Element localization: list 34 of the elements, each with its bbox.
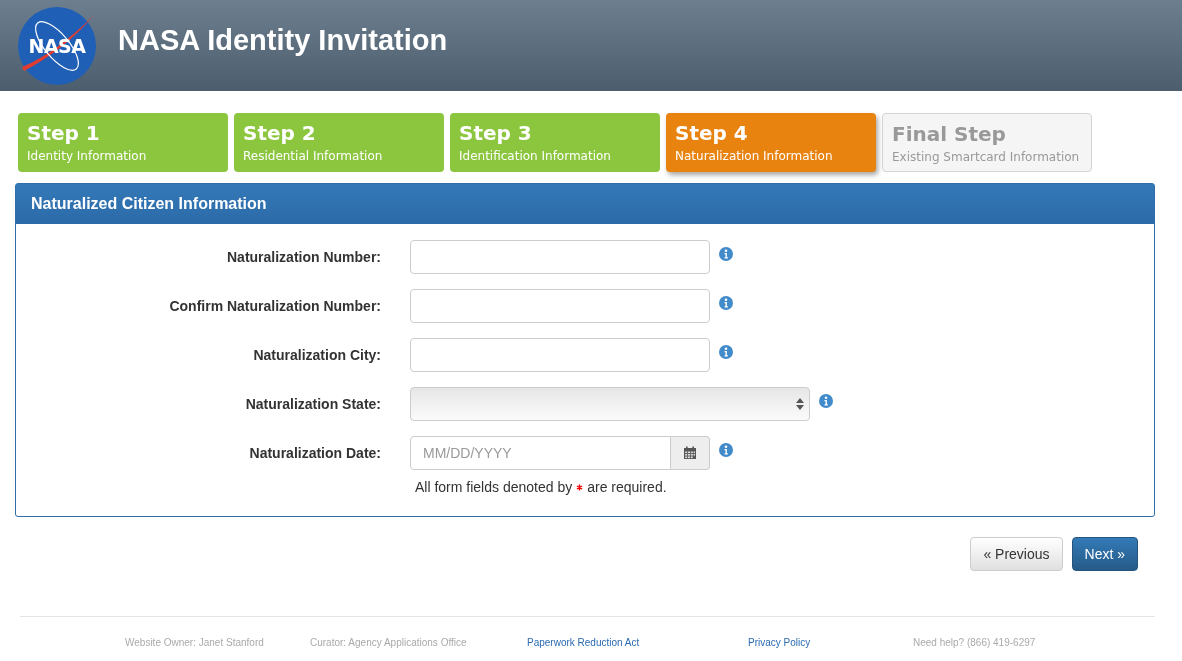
previous-button[interactable]: « Previous [970, 537, 1063, 571]
asterisk-icon [576, 483, 584, 491]
footer-link[interactable]: Privacy Policy [748, 637, 913, 648]
field-label: Naturalization City: [252, 347, 381, 363]
page-title: NASA Identity Invitation [118, 24, 448, 57]
info-icon[interactable] [719, 296, 733, 310]
required-note: All form fields denoted by [415, 479, 573, 495]
field-label: Naturalization Number: [226, 249, 381, 265]
field-label: Confirm Naturalization Number: [168, 298, 381, 314]
info-icon[interactable] [719, 443, 733, 457]
required-note: are required. [587, 479, 667, 495]
date-input-field[interactable]: MM/DD/YYYY [410, 436, 671, 470]
step-tab[interactable]: Step 2 Residential Information [234, 113, 444, 172]
footer-text: Website Owner: Janet Stanford [125, 637, 265, 648]
footer-link[interactable]: Paperwork Reduction Act [527, 637, 748, 648]
select-field[interactable] [410, 387, 810, 421]
field-label: Naturalization State: [244, 396, 381, 412]
up-down-arrows-icon [796, 398, 804, 410]
input-field[interactable] [410, 240, 710, 274]
next-button[interactable]: Next » [1071, 537, 1138, 571]
field-label: Naturalization Date: [248, 445, 381, 461]
footer-text: Need help? (866) 419-6297 [913, 637, 1036, 648]
input-field[interactable] [410, 338, 710, 372]
info-icon[interactable] [719, 345, 733, 359]
input-field[interactable] [410, 289, 710, 323]
calendar-icon [683, 446, 697, 460]
step-tab[interactable]: Step 3 Identification Information [450, 113, 660, 172]
panel-title: Naturalized Citizen Information [16, 184, 1154, 224]
step-tab[interactable]: Step 4 Naturalization Information [666, 113, 876, 172]
footer-text: Curator: Agency Applications Office [310, 637, 468, 648]
info-icon[interactable] [819, 394, 833, 408]
info-icon[interactable] [719, 247, 733, 261]
step-tab[interactable]: Step 1 Identity Information [18, 113, 228, 172]
calendar-button[interactable] [671, 436, 710, 470]
